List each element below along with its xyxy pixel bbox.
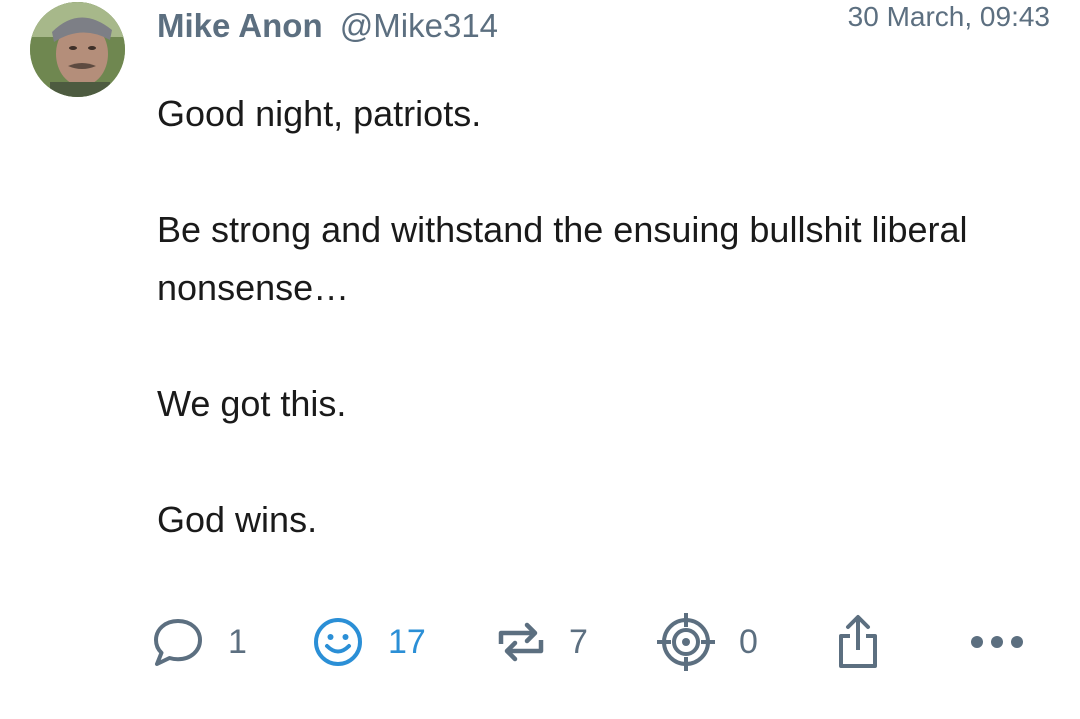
author-handle[interactable]: @Mike314 [340, 7, 498, 44]
share-button[interactable] [833, 612, 883, 672]
post: Mike Anon @Mike314 30 March, 09:43 Good … [0, 0, 1080, 719]
post-body: Good night, patriots. Be strong and with… [157, 85, 1037, 607]
more-button[interactable] [968, 612, 1026, 672]
avatar-image [30, 2, 125, 97]
post-paragraph: Be strong and withstand the ensuing bull… [157, 209, 968, 308]
avatar[interactable] [30, 2, 125, 97]
post-paragraph: Good night, patriots. [157, 93, 482, 134]
more-icon [968, 632, 1026, 652]
author-name[interactable]: Mike Anon [157, 7, 323, 44]
action-bar: 1 17 7 0 [150, 612, 1030, 672]
repost-count: 7 [569, 622, 588, 661]
post-paragraph: We got this. [157, 383, 347, 424]
reply-count: 1 [228, 622, 247, 661]
comment-icon [150, 614, 206, 670]
repost-button[interactable]: 7 [495, 612, 588, 672]
reaction-count: 17 [388, 622, 426, 661]
repost-icon [495, 614, 547, 670]
share-icon [833, 612, 883, 672]
target-count: 0 [739, 622, 758, 661]
post-timestamp[interactable]: 30 March, 09:43 [848, 0, 1050, 34]
post-header: Mike Anon @Mike314 [157, 6, 498, 46]
target-button[interactable]: 0 [655, 612, 758, 672]
crosshair-icon [655, 611, 717, 673]
reply-button[interactable]: 1 [150, 612, 247, 672]
react-button[interactable]: 17 [310, 612, 426, 672]
post-paragraph: God wins. [157, 499, 318, 540]
smiley-icon [310, 614, 366, 670]
